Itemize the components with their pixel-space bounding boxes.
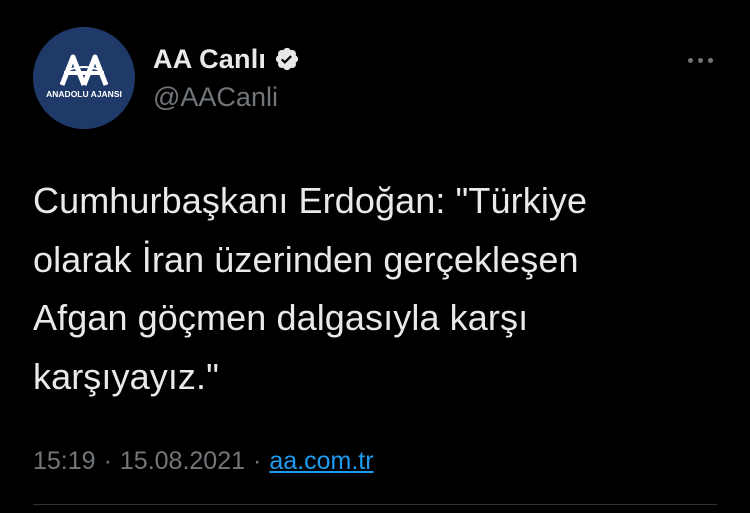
tweet-meta: 15:19 · 15.08.2021 · aa.com.tr: [33, 447, 374, 476]
avatar-label: ANADOLU AJANSI: [46, 89, 122, 99]
tweet-text: Cumhurbaşkanı Erdoğan: "Türkiye olarak İ…: [33, 180, 588, 397]
display-name[interactable]: AA Canlı: [153, 44, 266, 75]
source-link[interactable]: aa.com.tr: [269, 447, 373, 476]
tweet-date[interactable]: 15.08.2021: [120, 447, 245, 476]
anadolu-ajansi-logo: ANADOLU AJANSI: [33, 27, 135, 129]
tweet-time[interactable]: 15:19: [33, 447, 96, 476]
meta-separator: ·: [253, 447, 262, 475]
user-handle[interactable]: @AACanli: [153, 82, 300, 113]
avatar[interactable]: ANADOLU AJANSI: [33, 27, 135, 129]
verified-badge-icon: [274, 46, 300, 72]
author-block: AA Canlı @AACanli: [153, 40, 300, 113]
meta-separator: ·: [103, 447, 112, 475]
divider: [33, 504, 717, 505]
more-options-icon[interactable]: [680, 48, 720, 72]
tweet-card: ANADOLU AJANSI AA Canlı @AACanli Cumhurb…: [0, 0, 750, 513]
name-row: AA Canlı: [153, 40, 300, 78]
